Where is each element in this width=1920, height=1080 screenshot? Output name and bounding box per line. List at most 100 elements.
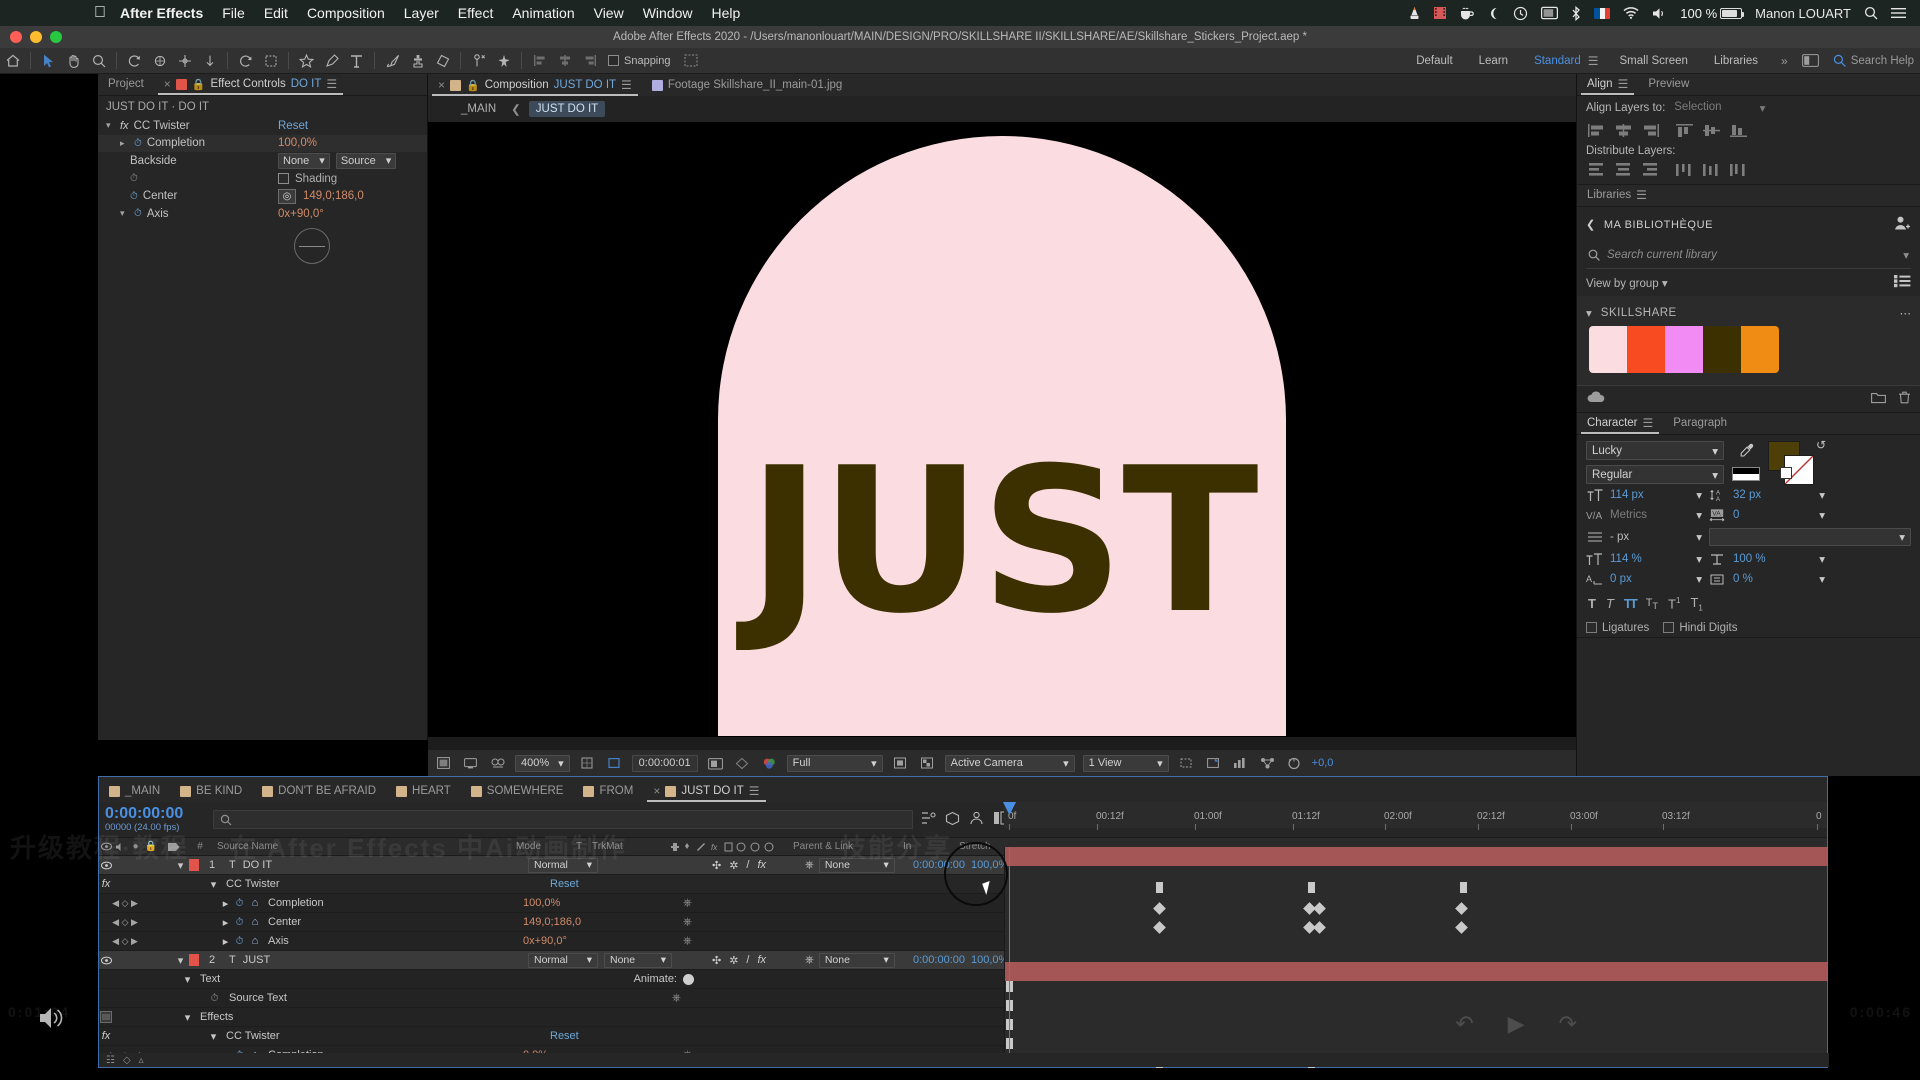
playhead[interactable]: [1003, 802, 1016, 1066]
twirl-down-icon[interactable]: ▾: [120, 208, 129, 219]
menu-effect[interactable]: Effect: [458, 5, 494, 21]
trkmat-cell[interactable]: [604, 856, 679, 874]
zoom-level-dropdown[interactable]: 400% ▾: [515, 754, 570, 772]
region-of-interest-icon[interactable]: [605, 754, 624, 772]
expression-icon[interactable]: ⎈: [652, 989, 772, 1007]
align-center-icon[interactable]: [552, 48, 577, 74]
distribute-left-icon[interactable]: [1674, 161, 1695, 177]
search-icon[interactable]: [1864, 6, 1878, 20]
quality-icon[interactable]: ✲: [729, 954, 738, 967]
ligatures-toggle[interactable]: Ligatures: [1586, 622, 1649, 634]
parent-link-cell[interactable]: ⎈ None ▾: [799, 856, 909, 874]
menu-edit[interactable]: Edit: [264, 5, 288, 21]
tab-composition[interactable]: × 🔒 Composition JUST DO IT ☰: [428, 74, 642, 96]
flag-fr-icon[interactable]: [1594, 7, 1611, 19]
eye-toggle[interactable]: [99, 856, 113, 874]
backside-source-dropdown[interactable]: Source ▾: [335, 152, 397, 169]
menu-app-name[interactable]: After Effects: [120, 5, 203, 21]
effects-toggle-icon[interactable]: /: [746, 954, 749, 966]
close-window-button[interactable]: [10, 31, 22, 43]
anchor-point-icon[interactable]: [197, 48, 222, 74]
trkmat-dropdown[interactable]: None ▾: [604, 951, 679, 969]
keyframe-marker[interactable]: [1455, 921, 1468, 934]
control-center-icon[interactable]: [1891, 7, 1906, 19]
expression-icon[interactable]: ⎈: [663, 932, 783, 950]
puppet-pin-icon[interactable]: [466, 48, 491, 74]
composition-stage[interactable]: JUST: [428, 122, 1576, 737]
workspace-default[interactable]: Default: [1403, 48, 1465, 74]
quality-icon[interactable]: ✲: [729, 859, 738, 872]
expression-icon[interactable]: ⎈: [663, 913, 783, 931]
folder-icon[interactable]: [1871, 391, 1886, 407]
menu-help[interactable]: Help: [712, 5, 741, 21]
hindi-digits-toggle[interactable]: Hindi Digits: [1663, 622, 1737, 634]
timeline-search-input[interactable]: [213, 810, 913, 829]
apple-icon[interactable]: : [94, 5, 106, 21]
roto-brush-icon[interactable]: [233, 48, 258, 74]
animate-menu[interactable]: Animate:: [524, 970, 694, 988]
tab-libraries[interactable]: Libraries ☰: [1577, 184, 1657, 206]
stopwatch-icon[interactable]: ⏱: [134, 138, 142, 149]
search-help[interactable]: Search Help: [1833, 54, 1914, 67]
pan-behind-icon[interactable]: [172, 48, 197, 74]
property-row-backside[interactable]: Backside None ▾ Source ▾: [98, 152, 427, 170]
audio-speaker-icon[interactable]: [38, 1006, 66, 1036]
swap-colors-icon[interactable]: ↺: [1816, 438, 1826, 452]
breadcrumb-just-do-it[interactable]: JUST DO IT: [528, 101, 606, 117]
selection-icon[interactable]: [36, 48, 61, 74]
property-row-completion[interactable]: ▸ ⏱ Completion 100,0%: [98, 134, 427, 153]
ligatures-checkbox[interactable]: [1586, 622, 1597, 634]
twirl-down-icon[interactable]: ▾: [181, 1008, 194, 1026]
superscript-icon[interactable]: T1: [1668, 596, 1680, 611]
tab-character[interactable]: Character ☰: [1577, 412, 1663, 434]
switches-cell[interactable]: ✣ ✲ / fx: [679, 951, 799, 969]
fx-icon[interactable]: fx: [757, 954, 766, 966]
font-style-dropdown[interactable]: Regular ▾: [1586, 465, 1724, 484]
align-bottom-icon[interactable]: [1728, 122, 1749, 138]
timeline-tab-dont-be-afraid[interactable]: DON'T BE AFRAID: [252, 780, 386, 802]
stroke-color-swatch[interactable]: [1732, 467, 1760, 481]
always-preview-icon[interactable]: [461, 754, 480, 772]
zoom-icon[interactable]: [86, 48, 111, 74]
panel-menu-icon[interactable]: ☰: [621, 78, 632, 92]
chevron-double-right-icon[interactable]: »: [1781, 54, 1788, 68]
skillshare-group-header[interactable]: ▾ SKILLSHARE ⋯: [1577, 301, 1920, 320]
keyframe-marker[interactable]: [1153, 921, 1166, 934]
snapping-toggle[interactable]: Snapping: [608, 55, 671, 67]
effect-header-row[interactable]: ▾ fx CC Twister Reset: [98, 117, 427, 135]
reset-exposure-icon[interactable]: [1285, 754, 1304, 772]
horizontal-scale-field[interactable]: 100 % ▾: [1733, 552, 1825, 566]
brush-icon[interactable]: [380, 48, 405, 74]
stopwatch-icon[interactable]: ⏱: [207, 989, 222, 1007]
point-picker-icon[interactable]: ◎: [278, 188, 296, 204]
backside-dropdown[interactable]: None ▾: [278, 152, 330, 169]
main-camera-icon[interactable]: [434, 754, 453, 772]
region-interest-toggle-icon[interactable]: [891, 754, 910, 772]
exposure-value[interactable]: +0,0: [1312, 757, 1334, 769]
keyframe-marker[interactable]: [1313, 921, 1326, 934]
animate-button-icon[interactable]: [683, 973, 694, 985]
property-value[interactable]: 0x+90,0°: [523, 932, 663, 950]
eyedropper-icon[interactable]: [1739, 443, 1754, 461]
current-time-display[interactable]: 0:00:00:01: [631, 754, 698, 772]
distribute-top-icon[interactable]: [1586, 161, 1607, 177]
film-icon[interactable]: [1434, 6, 1447, 20]
stopwatch-icon[interactable]: ⏱: [130, 191, 138, 202]
color-swatch-group[interactable]: [1589, 326, 1779, 373]
draft-3d-icon[interactable]: [945, 811, 960, 829]
tab-project[interactable]: Project: [98, 73, 154, 95]
menu-file[interactable]: File: [222, 5, 245, 21]
pen-icon[interactable]: [319, 48, 344, 74]
twirl-down-icon[interactable]: ▾: [207, 875, 220, 893]
workspace-standard[interactable]: Standard: [1521, 48, 1594, 74]
snapping-options-icon[interactable]: [679, 48, 704, 74]
stopwatch-icon[interactable]: ⏱: [232, 932, 247, 950]
pixel-aspect-icon[interactable]: [1177, 754, 1196, 772]
property-row-axis[interactable]: ▾ ⏱ Axis 0x+90,0°: [98, 205, 427, 223]
tab-effect-controls[interactable]: × 🔒 Effect Controls DO IT ☰: [154, 73, 347, 95]
pickwhip-icon[interactable]: ⎈: [805, 954, 814, 967]
layer-name-cell[interactable]: T DO IT: [223, 856, 528, 874]
layer-duration-bar[interactable]: [1005, 847, 1828, 866]
swatch-3[interactable]: [1665, 326, 1703, 373]
expression-icon[interactable]: ⎈: [663, 894, 783, 912]
